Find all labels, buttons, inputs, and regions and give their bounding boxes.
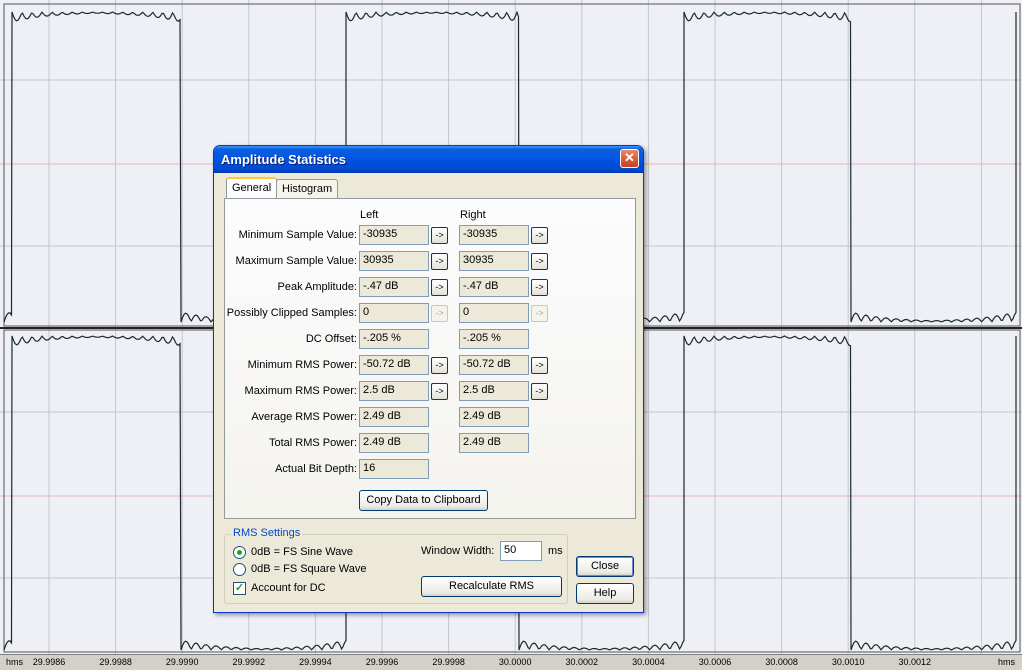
ruler-tick-label: 30.0010 (831, 657, 865, 667)
stat-value-right: 0 (459, 303, 529, 323)
ruler-tick-label: 30.0000 (498, 657, 532, 667)
general-panel: Left Right Copy Data to Clipboard Minimu… (224, 198, 636, 519)
goto-left-button[interactable]: -> (431, 357, 448, 374)
tab-general[interactable]: General (226, 177, 278, 198)
close-button[interactable]: Close (576, 556, 634, 577)
time-ruler: hms hms 29.9986 29.9988 29.9990 29.9992 29.9… (0, 654, 1022, 670)
window-width-input[interactable]: 50 (500, 541, 542, 561)
stat-value-right: 30935 (459, 251, 529, 271)
ruler-tick-label: 29.9994 (299, 657, 332, 667)
window-width-label: Window Width: (421, 545, 495, 557)
account-dc-label: Account for DC (251, 582, 326, 594)
stat-value-left: 2.49 dB (359, 433, 429, 453)
goto-right-button[interactable]: -> (531, 279, 548, 296)
ruler-tick-label: 29.9990 (165, 657, 199, 667)
stat-label: Possibly Clipped Samples: (226, 307, 357, 319)
account-dc-checkbox[interactable]: ✓ (233, 582, 246, 595)
ruler-unit-right: hms (998, 657, 1016, 667)
help-button[interactable]: Help (576, 583, 634, 604)
stat-value-left: -30935 (359, 225, 429, 245)
stat-label: Maximum RMS Power: (244, 385, 357, 397)
goto-left-button[interactable]: -> (431, 227, 448, 244)
stat-label: Peak Amplitude: (277, 281, 358, 293)
copy-data-button[interactable]: Copy Data to Clipboard (359, 490, 488, 511)
ruler-tick-label: 29.9992 (232, 657, 266, 667)
stat-value-right: -.205 % (459, 329, 529, 349)
amplitude-statistics-dialog: Amplitude Statistics ✕ General Histogram… (213, 145, 644, 613)
window-width-unit: ms (548, 545, 563, 557)
stat-label: Minimum Sample Value: (238, 229, 357, 241)
close-icon[interactable]: ✕ (620, 149, 639, 168)
stat-value-left: -.47 dB (359, 277, 429, 297)
goto-left-button[interactable]: -> (431, 383, 448, 400)
stat-value-right: -30935 (459, 225, 529, 245)
stat-label: DC Offset: (305, 333, 357, 345)
stat-value-left: 2.49 dB (359, 407, 429, 427)
square-wave-label: 0dB = FS Square Wave (251, 563, 367, 575)
square-wave-radio[interactable] (233, 563, 246, 576)
column-header-right: Right (460, 209, 486, 221)
goto-right-button[interactable]: -> (531, 227, 548, 244)
title-bar[interactable]: Amplitude Statistics ✕ (214, 146, 643, 173)
tab-histogram[interactable]: Histogram (276, 179, 339, 198)
stat-value-right: 2.49 dB (459, 433, 529, 453)
goto-right-button[interactable]: -> (531, 305, 548, 322)
column-header-left: Left (360, 209, 379, 221)
stat-value-left: -50.72 dB (359, 355, 429, 375)
stat-value-left: 30935 (359, 251, 429, 271)
ruler-tick-label: 30.0006 (698, 657, 732, 667)
ruler-tick-label: 29.9998 (432, 657, 465, 667)
stat-value-right: -50.72 dB (459, 355, 529, 375)
sine-wave-radio[interactable] (233, 546, 246, 559)
stat-value-right: -.47 dB (459, 277, 529, 297)
ruler-tick-label: 29.9988 (99, 657, 132, 667)
recalculate-rms-button[interactable]: Recalculate RMS (421, 576, 562, 597)
ruler-unit-left: hms (6, 657, 24, 667)
stat-value-left: 0 (359, 303, 429, 323)
goto-right-button[interactable]: -> (531, 357, 548, 374)
ruler-tick-label: 29.9996 (365, 657, 399, 667)
ruler-tick-label: 30.0008 (765, 657, 798, 667)
rms-settings-group: RMS Settings 0dB = FS Sine Wave 0dB = FS… (224, 527, 568, 604)
stat-label: Maximum Sample Value: (235, 255, 357, 267)
stat-value-left: -.205 % (359, 329, 429, 349)
stat-value-left: 16 (359, 459, 429, 479)
goto-right-button[interactable]: -> (531, 253, 548, 270)
stat-value-right: 2.5 dB (459, 381, 529, 401)
ruler-tick-label: 30.0002 (565, 657, 599, 667)
ruler-tick-label: 30.0004 (632, 657, 665, 667)
goto-right-button[interactable]: -> (531, 383, 548, 400)
stat-label: Average RMS Power: (251, 411, 357, 423)
rms-settings-legend: RMS Settings (231, 527, 303, 539)
goto-left-button[interactable]: -> (431, 253, 448, 270)
ruler-tick-label: 30.0012 (898, 657, 932, 667)
sine-wave-label: 0dB = FS Sine Wave (251, 546, 354, 558)
ruler-tick-label: 29.9986 (32, 657, 66, 667)
stat-label: Total RMS Power: (268, 437, 357, 449)
stat-label: Minimum RMS Power: (247, 359, 357, 371)
stat-value-left: 2.5 dB (359, 381, 429, 401)
stat-value-right: 2.49 dB (459, 407, 529, 427)
dialog-title: Amplitude Statistics (221, 152, 346, 167)
goto-left-button[interactable]: -> (431, 305, 448, 322)
stat-label: Actual Bit Depth: (275, 463, 357, 475)
goto-left-button[interactable]: -> (431, 279, 448, 296)
